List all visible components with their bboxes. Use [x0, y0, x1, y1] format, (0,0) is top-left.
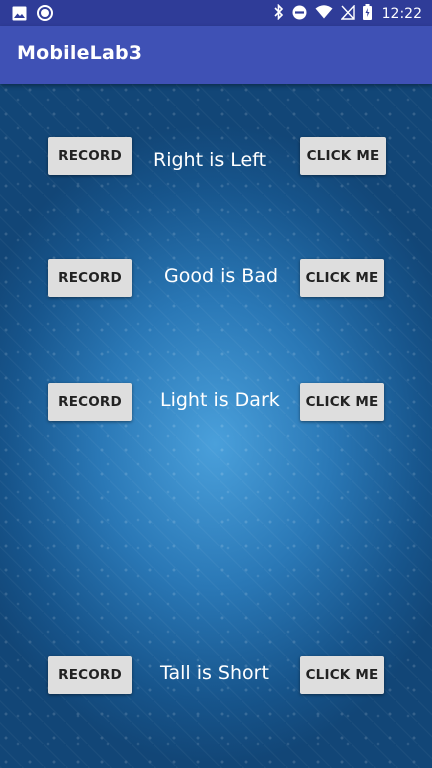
do-not-disturb-icon	[292, 5, 307, 24]
record-button-3[interactable]: RECORD	[48, 383, 132, 421]
app-title: MobileLab3	[17, 42, 143, 64]
no-sim-icon	[340, 3, 355, 24]
content-area: RECORD Right is Left CLICK ME RECORD Goo…	[0, 84, 432, 768]
record-button-2[interactable]: RECORD	[48, 259, 132, 297]
bluetooth-icon	[274, 3, 284, 24]
image-icon	[12, 6, 27, 25]
status-right-icons: 12:22	[274, 3, 422, 24]
phrase-label-1: Right is Left	[153, 149, 267, 171]
phrase-label-4: Tall is Short	[160, 662, 269, 684]
status-time: 12:22	[381, 6, 422, 22]
click-me-button-1[interactable]: CLICK ME	[300, 137, 386, 175]
record-button-4[interactable]: RECORD	[48, 656, 132, 694]
app-screen: 12:22 MobileLab3 RECORD Right is Left CL…	[0, 0, 432, 768]
phrase-label-2: Good is Bad	[164, 265, 279, 287]
phrase-label-3: Light is Dark	[160, 389, 280, 411]
status-bar: 12:22	[0, 0, 432, 26]
battery-charging-icon	[362, 4, 372, 24]
status-left-icons	[12, 5, 53, 25]
record-button-1[interactable]: RECORD	[48, 137, 132, 175]
circle-notification-icon	[37, 5, 53, 25]
click-me-button-2[interactable]: CLICK ME	[300, 259, 384, 297]
click-me-button-3[interactable]: CLICK ME	[300, 383, 384, 421]
app-bar: MobileLab3	[0, 26, 432, 84]
wifi-icon	[315, 5, 333, 23]
click-me-button-4[interactable]: CLICK ME	[300, 656, 384, 694]
